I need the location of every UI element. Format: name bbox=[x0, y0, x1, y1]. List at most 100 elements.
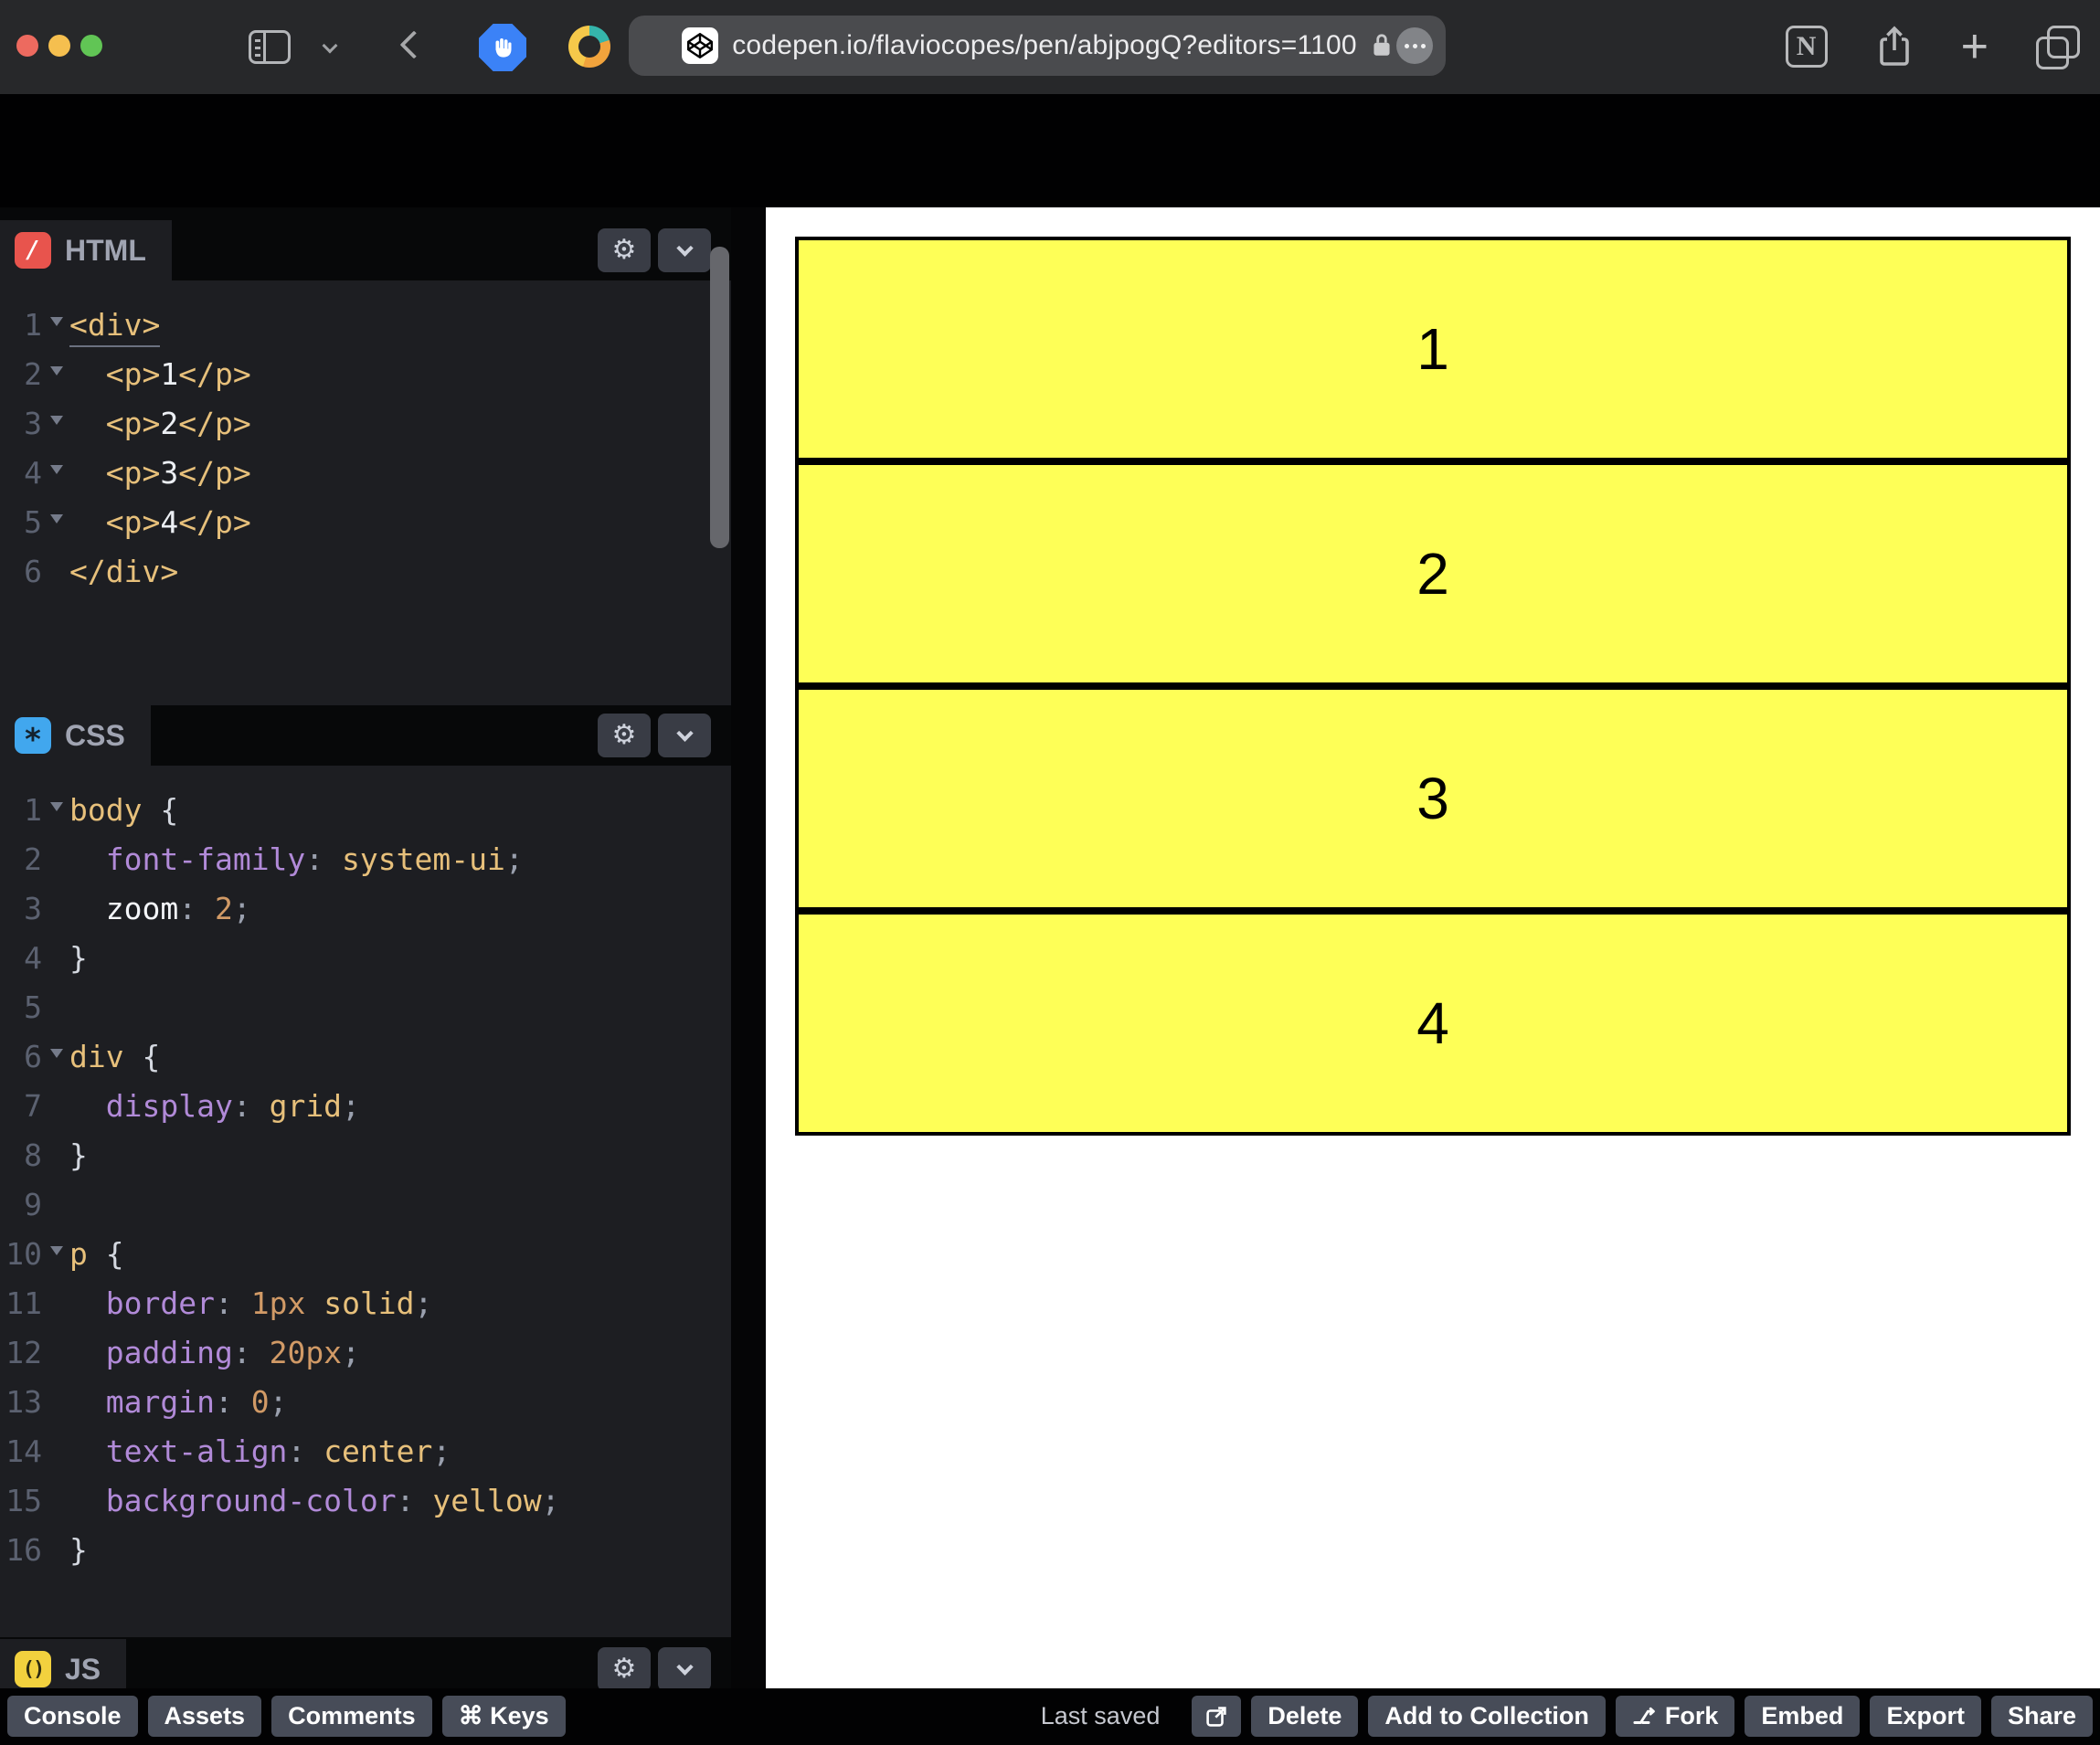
sidebar-chevron-icon[interactable] bbox=[322, 37, 338, 54]
tab-overview-button[interactable] bbox=[2036, 26, 2080, 69]
code-line: 6 </div> bbox=[0, 547, 731, 597]
embed-button[interactable]: Embed bbox=[1745, 1696, 1861, 1737]
preview-pane: 1234 bbox=[766, 207, 2100, 1688]
code-line: 9 bbox=[0, 1180, 731, 1230]
css-panel-tab[interactable]: * CSS bbox=[0, 705, 151, 766]
comments-button[interactable]: Comments bbox=[271, 1696, 432, 1737]
code-line: 10 p { bbox=[0, 1230, 731, 1279]
button-label: ⌘ Keys bbox=[458, 1702, 549, 1729]
fork-button[interactable]: Fork bbox=[1615, 1696, 1735, 1737]
html-settings-button[interactable]: ⚙ bbox=[598, 228, 651, 272]
line-number: 6 bbox=[24, 554, 42, 589]
html-panel-label: HTML bbox=[65, 233, 146, 267]
code-token: ; bbox=[269, 1384, 288, 1420]
code-token: background-color bbox=[105, 1483, 397, 1518]
assets-button[interactable]: Assets bbox=[147, 1696, 262, 1737]
code-token: </p> bbox=[178, 406, 251, 441]
line-number: 7 bbox=[24, 1088, 42, 1124]
js-settings-button[interactable]: ⚙ bbox=[598, 1647, 651, 1688]
code-token: </p> bbox=[178, 356, 251, 392]
browser-extension-ring-icon[interactable] bbox=[568, 26, 610, 68]
css-code-editor[interactable]: 1 body {2 font-family: system-ui; 3 zoom: … bbox=[0, 766, 731, 1637]
lock-icon bbox=[1373, 34, 1390, 56]
code-token: 4 bbox=[160, 504, 179, 540]
export-button[interactable]: Export bbox=[1870, 1696, 1981, 1737]
open-live-view-button[interactable] bbox=[1192, 1696, 1242, 1737]
codepen-favicon bbox=[682, 27, 719, 64]
html-panel-tab[interactable]: / HTML bbox=[0, 220, 172, 280]
code-token: 2 bbox=[214, 891, 233, 926]
code-token: 0 bbox=[250, 1384, 270, 1420]
editor-preview-resizer[interactable] bbox=[731, 207, 766, 1688]
new-tab-button[interactable]: + bbox=[1961, 23, 1989, 70]
code-token: </p> bbox=[178, 504, 251, 540]
code-token: margin bbox=[105, 1384, 215, 1420]
page-settings-button[interactable] bbox=[1396, 27, 1433, 64]
code-line: 11 border: 1px solid; bbox=[0, 1279, 731, 1328]
code-line: 5 <p>4</p> bbox=[0, 498, 731, 547]
css-panel-header: * CSS ⚙ bbox=[0, 705, 731, 766]
line-number: 8 bbox=[24, 1137, 42, 1173]
code-token: : bbox=[214, 1384, 233, 1420]
line-number: 6 bbox=[24, 1039, 42, 1074]
sidebar-toggle-icon[interactable] bbox=[249, 30, 291, 64]
button-label: Delete bbox=[1267, 1702, 1342, 1729]
code-token: zoom bbox=[105, 891, 179, 926]
js-collapse-button[interactable] bbox=[658, 1647, 711, 1688]
window-close-button[interactable] bbox=[16, 35, 38, 57]
url-text: codepen.io/flaviocopes/pen/abjpogQ?edito… bbox=[732, 30, 1357, 60]
code-line: 2 <p>1</p> bbox=[0, 350, 731, 399]
codepen-window: codepen.io/flaviocopes/pen/abjpogQ?edito… bbox=[0, 0, 2100, 1745]
share-button[interactable]: Share bbox=[1990, 1696, 2093, 1737]
plus-icon-glyph: + bbox=[1960, 20, 1989, 73]
window-zoom-button[interactable] bbox=[80, 35, 102, 57]
codepen-header: CSS Grid Demo 1 ✎ Flavio Copes ♥ Save ⚙ … bbox=[0, 94, 2100, 282]
notion-extension-icon[interactable]: N bbox=[1785, 26, 1828, 68]
add-to-collection-button[interactable]: Add to Collection bbox=[1368, 1696, 1606, 1737]
share-icon[interactable] bbox=[1875, 25, 1914, 69]
line-number: 4 bbox=[24, 455, 42, 491]
code-token: 1px bbox=[250, 1285, 306, 1321]
code-token: ; bbox=[342, 1088, 360, 1124]
code-token: center bbox=[323, 1433, 433, 1469]
code-token: p bbox=[69, 1236, 88, 1272]
delete-button[interactable]: Delete bbox=[1251, 1696, 1359, 1737]
html-panel-header: / HTML ⚙ bbox=[0, 220, 731, 280]
gear-icon: ⚙ bbox=[611, 234, 637, 266]
line-number: 5 bbox=[24, 989, 42, 1025]
keys-button[interactable]: ⌘ Keys bbox=[441, 1696, 566, 1737]
window-minimize-button[interactable] bbox=[48, 35, 70, 57]
css-settings-button[interactable]: ⚙ bbox=[598, 714, 651, 757]
code-token: : bbox=[396, 1483, 415, 1518]
line-number: 14 bbox=[5, 1433, 42, 1469]
line-number: 3 bbox=[24, 406, 42, 441]
address-bar[interactable]: codepen.io/flaviocopes/pen/abjpogQ?edito… bbox=[629, 16, 1446, 76]
code-line: 2 font-family: system-ui; bbox=[0, 835, 731, 884]
code-token: 1 bbox=[160, 356, 179, 392]
code-token: 3 bbox=[160, 455, 179, 491]
preview-grid-item: 4 bbox=[795, 911, 2071, 1136]
code-token: </p> bbox=[178, 455, 251, 491]
html-collapse-button[interactable] bbox=[658, 228, 711, 272]
html-code-editor[interactable]: 1 <div> 2 <p>1</p> 3 <p>2</p> 4 <p>3</p> 5 <p… bbox=[0, 280, 731, 705]
code-token: div bbox=[69, 1039, 124, 1074]
button-label: Export bbox=[1886, 1702, 1965, 1729]
html-icon: / bbox=[15, 232, 51, 269]
editor-scrollbar-thumb[interactable] bbox=[710, 247, 729, 548]
css-collapse-button[interactable] bbox=[658, 714, 711, 757]
console-button[interactable]: Console bbox=[7, 1696, 138, 1737]
chevron-down-icon bbox=[675, 1657, 694, 1676]
content-blocker-extension-icon[interactable] bbox=[479, 24, 526, 71]
gear-icon: ⚙ bbox=[611, 1653, 637, 1685]
preview-grid: 1234 bbox=[795, 237, 2071, 1136]
js-panel-tab[interactable]: () JS bbox=[0, 1639, 127, 1688]
back-button[interactable] bbox=[399, 30, 429, 59]
code-token: system-ui bbox=[342, 841, 505, 877]
